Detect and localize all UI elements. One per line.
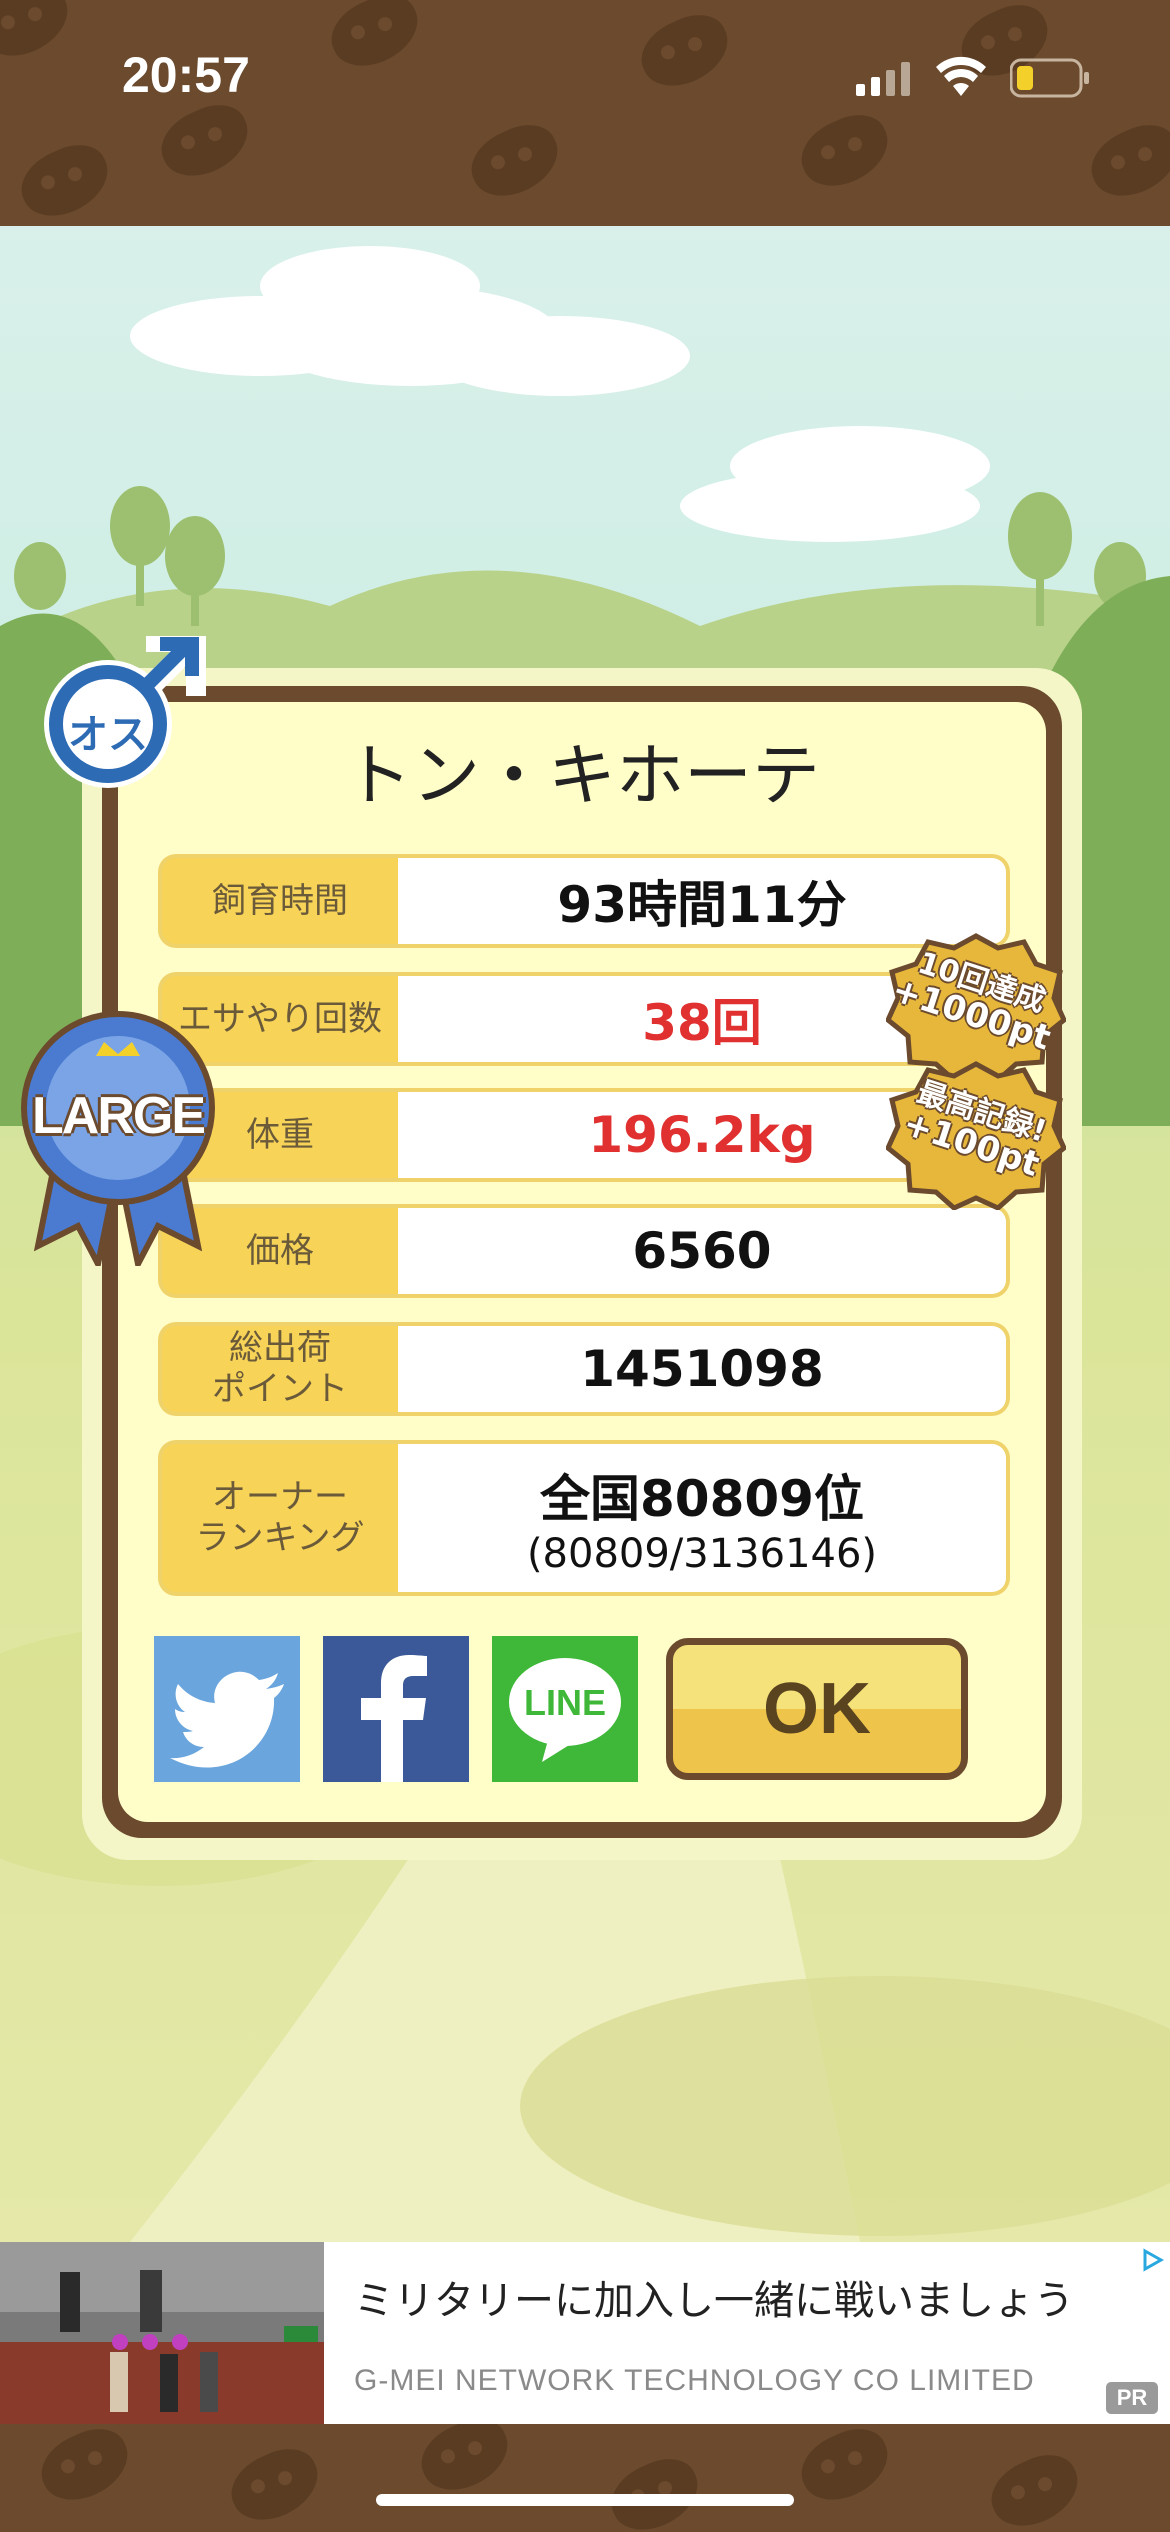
adchoices-icon[interactable] <box>1140 2248 1165 2272</box>
line-label: LINE <box>523 1682 606 1723</box>
label-line: ランキング <box>195 1518 365 1558</box>
home-indicator[interactable] <box>376 2494 794 2506</box>
achievement-badge-record: 最高記録! +100pt <box>884 1060 1068 1211</box>
ad-company: G-MEI NETWORK TECHNOLOGY CO LIMITED <box>354 2364 1035 2397</box>
value-price: 6560 <box>398 1204 1010 1298</box>
facebook-icon <box>361 1655 427 1782</box>
ok-button[interactable]: OK <box>666 1638 968 1780</box>
status-bar <box>0 0 1170 226</box>
ribbon-label: LARGE <box>32 1087 206 1145</box>
ad-image <box>0 2242 324 2424</box>
label-line: 総出荷 <box>229 1328 331 1369</box>
ad-banner[interactable]: ミリタリーに加入し一緒に戦いましょう G-MEI NETWORK TECHNOL… <box>0 2242 1170 2424</box>
ranking-value: 全国80809位 <box>540 1470 864 1528</box>
gender-label: オス <box>68 712 148 758</box>
label-line: オーナー <box>212 1477 348 1518</box>
bottom-bar <box>0 2424 1170 2532</box>
wifi-icon <box>936 56 986 98</box>
label-breeding-time: 飼育時間 <box>158 854 398 948</box>
label-owner-ranking: オーナー ランキング <box>158 1440 398 1596</box>
ranking-detail: (80809/3136146) <box>526 1531 878 1577</box>
pr-badge: PR <box>1106 2382 1158 2414</box>
facebook-share-button[interactable] <box>323 1636 469 1782</box>
battery-icon <box>1009 58 1090 98</box>
line-share-button[interactable]: LINE <box>492 1636 638 1782</box>
ad-title[interactable]: ミリタリーに加入し一緒に戦いましょう <box>354 2268 1074 2326</box>
male-symbol-icon: オス <box>36 626 216 796</box>
value-total-shipping-points: 1451098 <box>398 1322 1010 1416</box>
twitter-icon <box>170 1671 284 1768</box>
large-ribbon-icon: LARGE <box>18 996 218 1273</box>
pig-name-title: トン・キホーテ <box>343 737 820 816</box>
value-owner-ranking: 全国80809位 (80809/3136146) <box>398 1440 1010 1596</box>
status-time: 20:57 <box>122 47 250 103</box>
label-total-shipping-points: 総出荷 ポイント <box>158 1322 398 1416</box>
twitter-share-button[interactable] <box>154 1636 300 1782</box>
label-line: ポイント <box>212 1369 348 1409</box>
signal-icon <box>856 62 916 96</box>
